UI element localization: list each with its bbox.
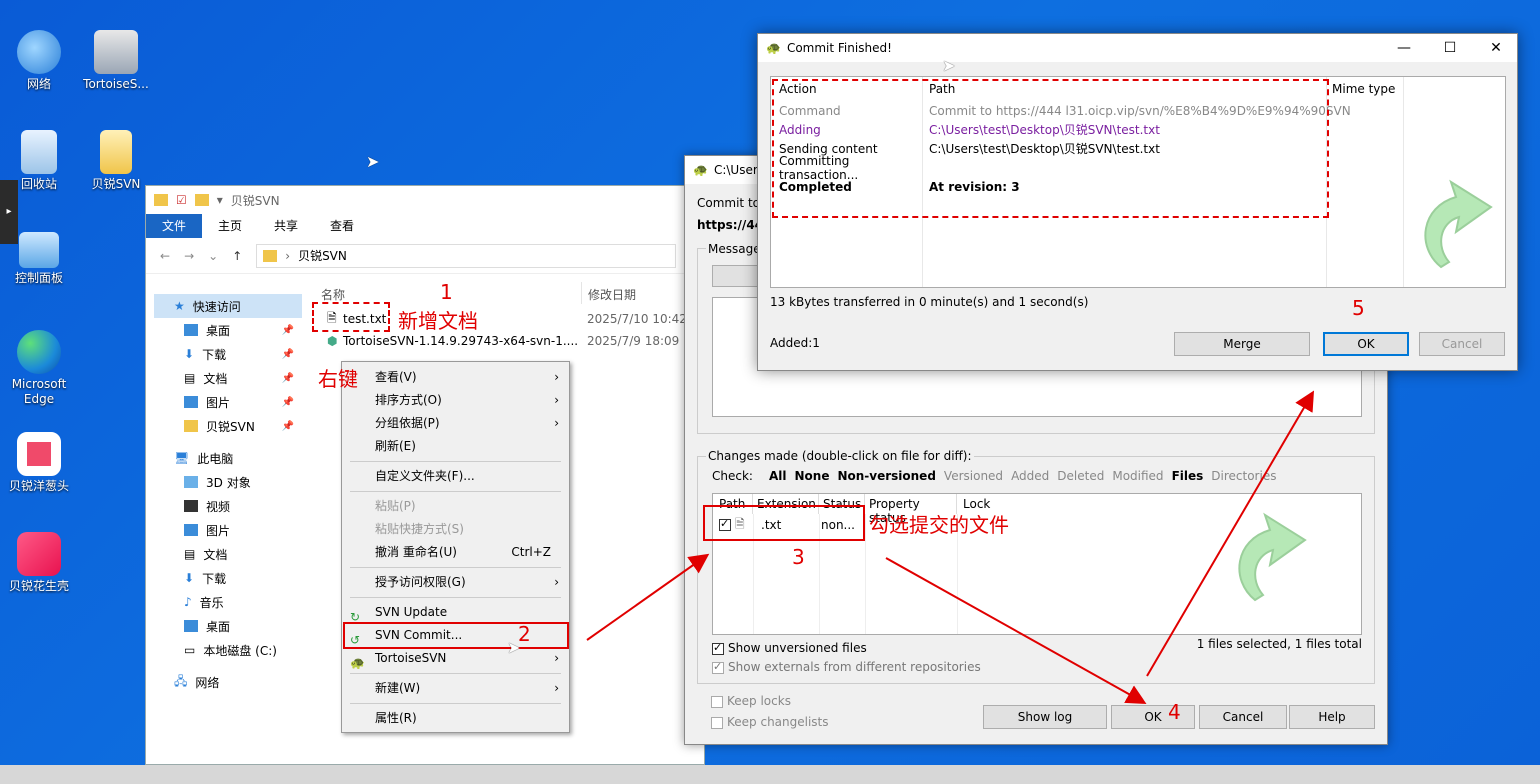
arrow-to-ok: [885, 557, 1147, 704]
bottom-scrollbar[interactable]: [0, 765, 1540, 784]
arrow-to-finished-ok: [1146, 390, 1315, 677]
mouse-cursor-icon: ➤: [366, 152, 380, 171]
annotation-arrows: [586, 390, 1315, 704]
arrow-to-checkbox: [586, 553, 710, 641]
mouse-cursor-icon: ➤: [942, 56, 956, 75]
mouse-cursor-icon: ➤: [507, 638, 521, 657]
